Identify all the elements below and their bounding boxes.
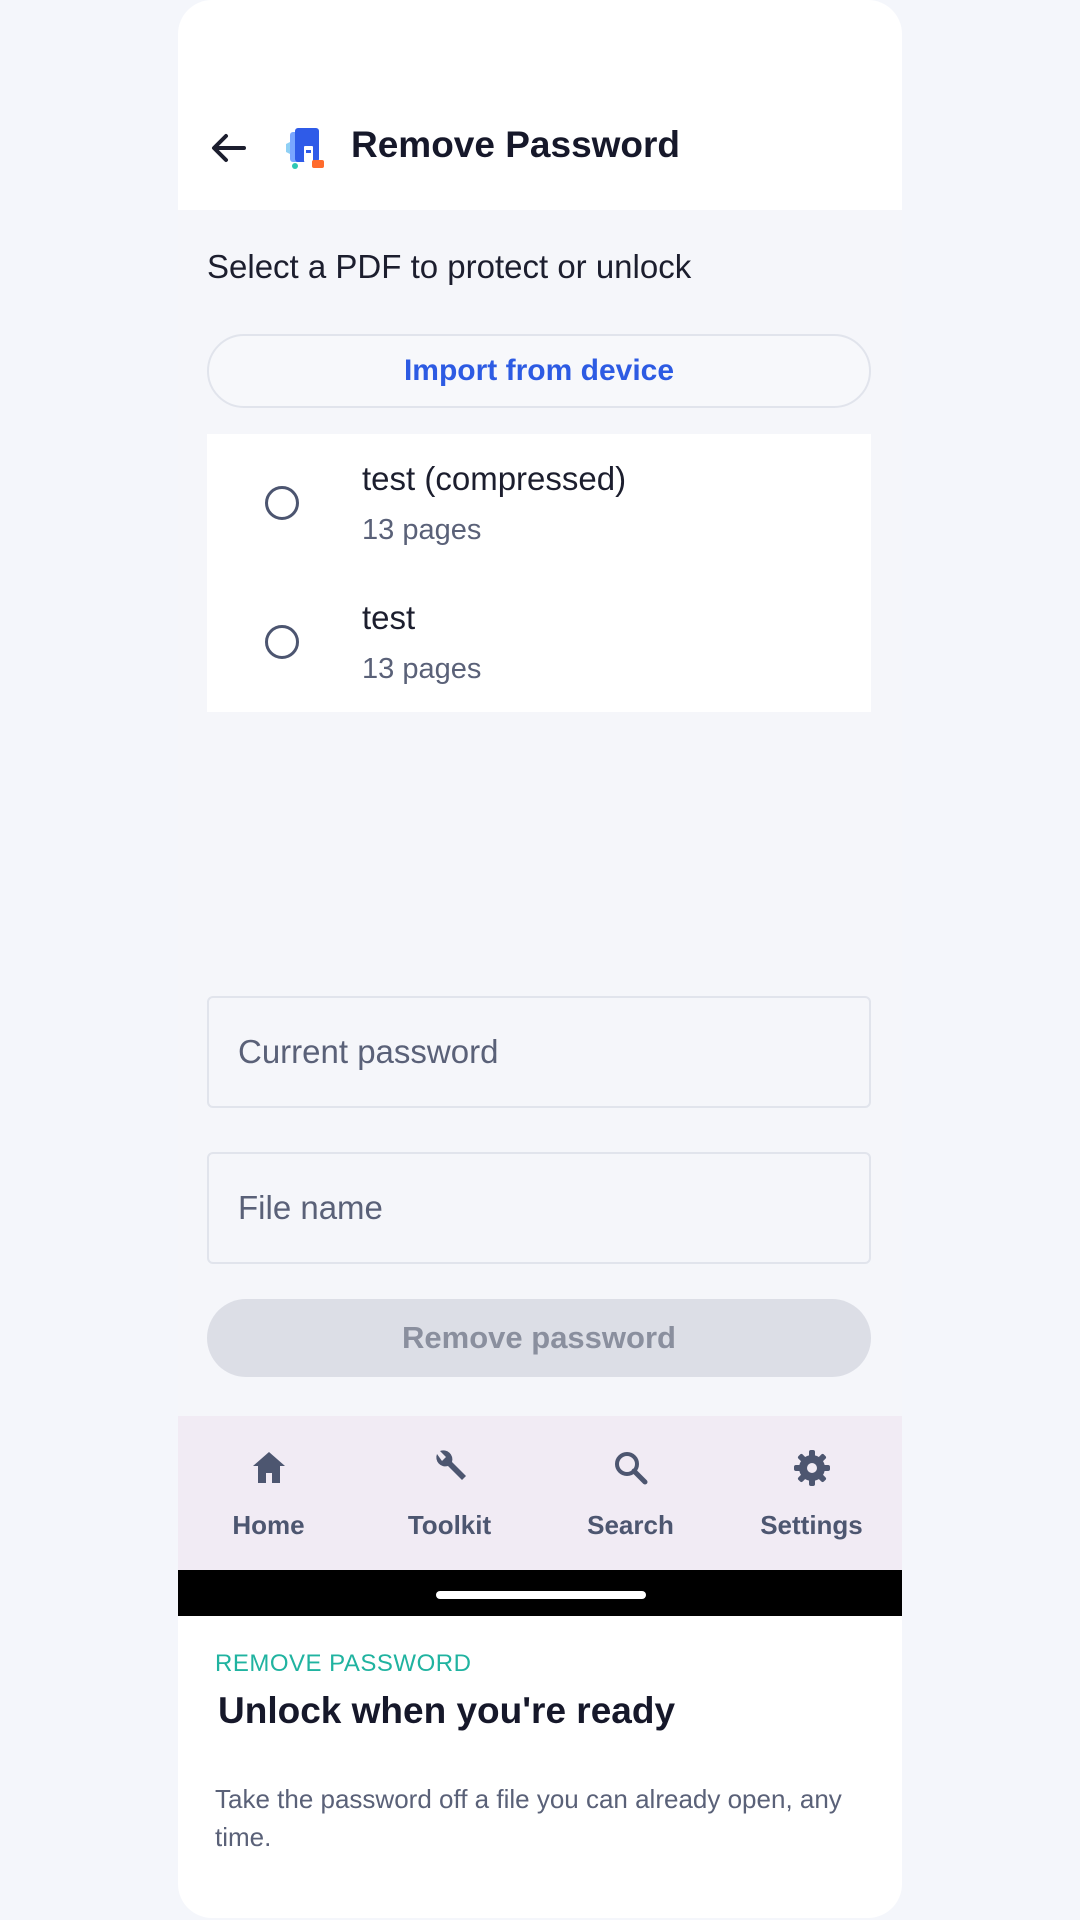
gesture-handle[interactable]	[436, 1591, 646, 1599]
nav-label: Search	[587, 1510, 674, 1540]
file-page-count: 13 pages	[362, 514, 482, 546]
search-icon	[614, 1452, 647, 1485]
nav-item-search[interactable]: Search	[540, 1416, 721, 1570]
file-list-item[interactable]: test (compressed) 13 pages	[207, 434, 871, 573]
file-name-input[interactable]	[209, 1154, 869, 1262]
remove-password-button[interactable]: Remove password	[207, 1299, 871, 1377]
pdf-file-list: test (compressed) 13 pages test 13 pages	[207, 434, 871, 712]
promo-title: Unlock when you're ready	[218, 1690, 676, 1731]
pdf-tool-app-icon	[286, 128, 324, 169]
gear-icon	[793, 1450, 830, 1486]
file-name-label: test (compressed)	[362, 460, 627, 497]
nav-item-home[interactable]: Home	[178, 1416, 359, 1570]
wrench-icon	[435, 1450, 466, 1480]
home-icon	[252, 1452, 285, 1483]
app-bar: Remove Password	[178, 0, 902, 210]
feature-promo-panel: REMOVE PASSWORD Unlock when you're ready…	[178, 1616, 902, 1918]
file-page-count: 13 pages	[362, 653, 482, 685]
nav-label: Toolkit	[407, 1510, 492, 1540]
select-pdf-instruction: Select a PDF to protect or unlock	[207, 248, 692, 285]
page-title: Remove Password	[351, 124, 681, 165]
file-list-item[interactable]: test 13 pages	[207, 573, 871, 712]
file-name-label: test	[362, 599, 416, 636]
file-radio-button[interactable]	[265, 625, 299, 659]
current-password-input[interactable]	[209, 998, 869, 1106]
nav-item-settings[interactable]: Settings	[721, 1416, 902, 1570]
nav-label: Settings	[760, 1510, 863, 1540]
file-name-field[interactable]	[207, 1152, 871, 1264]
promo-kicker: REMOVE PASSWORD	[215, 1650, 472, 1677]
arrow-left-icon	[212, 134, 246, 162]
promo-description: Take the password off a file you can alr…	[215, 1784, 842, 1852]
file-radio-button[interactable]	[265, 486, 299, 520]
current-password-field[interactable]	[207, 996, 871, 1108]
import-from-device-button[interactable]: Import from device	[207, 334, 871, 408]
back-button[interactable]	[208, 128, 248, 168]
nav-item-toolkit[interactable]: Toolkit	[359, 1416, 540, 1570]
system-gesture-bar	[178, 1570, 902, 1616]
bottom-navigation: Home Toolkit Search Settings	[178, 1416, 902, 1570]
phone-screen: Remove Password Select a PDF to protect …	[178, 0, 902, 1918]
nav-label: Home	[232, 1510, 305, 1540]
